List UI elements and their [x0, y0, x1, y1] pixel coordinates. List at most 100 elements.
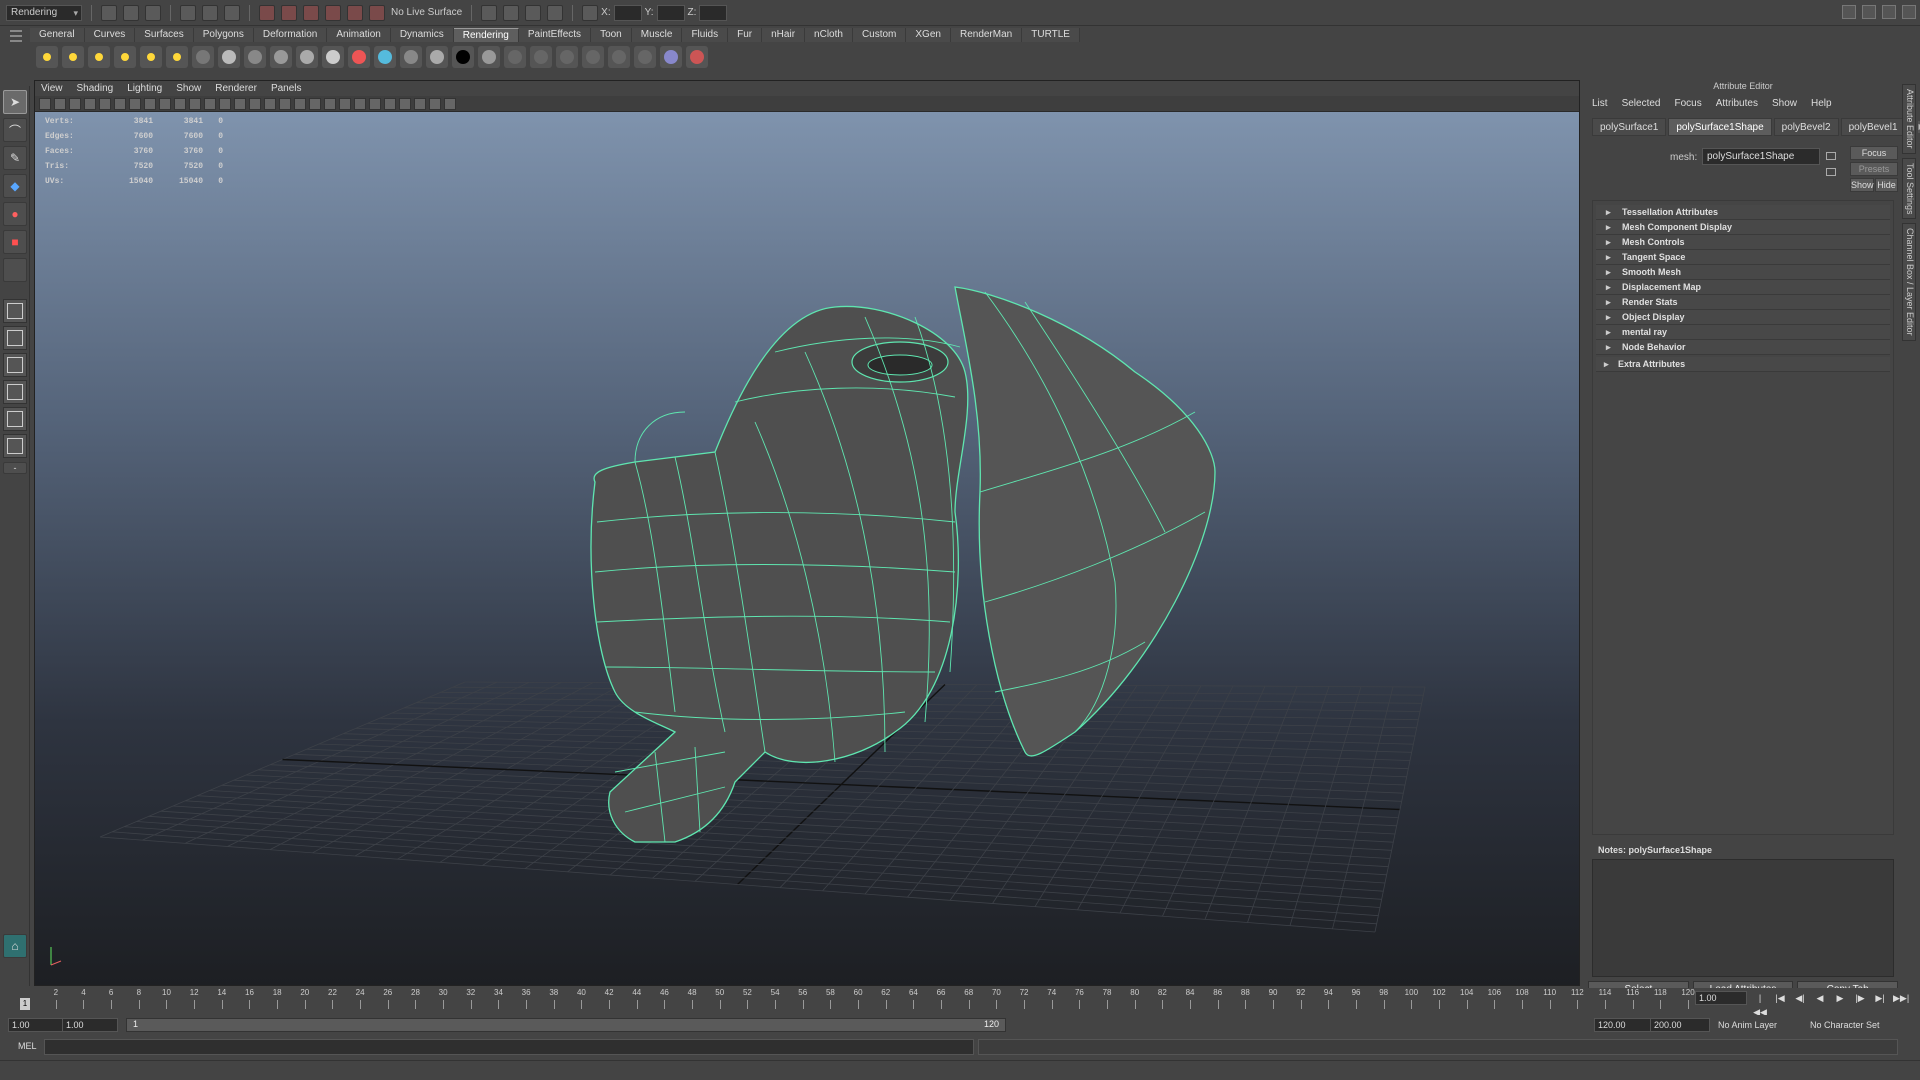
scale-tool-icon[interactable]: ■ [3, 230, 27, 254]
wireframe-on-shaded-icon[interactable] [264, 97, 276, 110]
xray-icon[interactable] [414, 97, 426, 110]
safe-action-icon[interactable] [204, 97, 216, 110]
directional-light-icon[interactable] [114, 46, 136, 68]
menu-set-dropdown[interactable]: Rendering [6, 4, 82, 21]
bookmarks-icon[interactable] [69, 97, 81, 110]
play-forwards-icon[interactable]: ▶ [1833, 991, 1847, 1005]
2d-pan-zoom-icon[interactable] [99, 97, 111, 110]
shelf-tab-xgen[interactable]: XGen [906, 28, 951, 42]
viewport-menu-panels[interactable]: Panels [271, 83, 302, 94]
xray-joints-icon[interactable] [429, 97, 441, 110]
presets-button[interactable]: Presets [1850, 162, 1898, 176]
perspective-viewport[interactable]: View Shading Lighting Show Renderer Panels [34, 80, 1580, 986]
xray-components-icon[interactable] [444, 97, 456, 110]
ambient-light-icon[interactable] [140, 46, 162, 68]
area-light-icon[interactable] [88, 46, 110, 68]
node-tab-polybevel1[interactable]: polyBevel1 [1840, 118, 1906, 136]
animation-end-field[interactable]: 200.00 [1650, 1018, 1710, 1032]
paint-icon[interactable] [686, 46, 708, 68]
field-chart-icon[interactable] [189, 97, 201, 110]
use-background-icon[interactable] [426, 46, 448, 68]
viewport-menu-shading[interactable]: Shading [77, 83, 114, 94]
textured-icon[interactable] [294, 97, 306, 110]
show-button[interactable]: Show [1850, 178, 1874, 192]
render-layer-icon[interactable] [634, 46, 656, 68]
isolate-select-icon[interactable] [399, 97, 411, 110]
snap-curve-icon[interactable] [281, 4, 297, 21]
z-field[interactable] [699, 4, 728, 21]
section-node-behavior[interactable]: Node Behavior [1596, 340, 1890, 355]
smooth-shade-icon[interactable] [249, 97, 261, 110]
grid-toggle-icon[interactable] [129, 97, 141, 110]
viewport-menu-renderer[interactable]: Renderer [215, 83, 257, 94]
section-mesh-controls[interactable]: Mesh Controls [1596, 235, 1890, 250]
ipr-icon[interactable] [582, 46, 604, 68]
select-tool-icon[interactable]: ➤ [3, 90, 27, 114]
y-field[interactable] [656, 4, 685, 21]
shader-ball-icon[interactable] [660, 46, 682, 68]
range-bar[interactable]: 1 120 [126, 1018, 1006, 1032]
shelf-tab-deformation[interactable]: Deformation [253, 28, 328, 42]
single-perspective-layout-icon[interactable] [3, 299, 27, 323]
safe-title-icon[interactable] [219, 97, 231, 110]
make-live-icon[interactable] [347, 4, 363, 21]
depth-of-field-icon[interactable] [384, 97, 396, 110]
camera-icon[interactable] [192, 46, 214, 68]
hypershade-quick-icon[interactable]: ⌂ [3, 934, 27, 958]
anim-layer-dropdown[interactable]: No Anim Layer [1718, 1018, 1777, 1032]
lambert-icon[interactable] [244, 46, 266, 68]
shelf-tab-nhair[interactable]: nHair [762, 28, 806, 42]
section-extra-attributes[interactable]: Extra Attributes [1596, 357, 1890, 372]
mesh-name-field[interactable]: polySurface1Shape [1702, 148, 1820, 165]
select-object-icon[interactable] [202, 4, 218, 21]
viewport-menu-show[interactable]: Show [176, 83, 201, 94]
new-scene-icon[interactable] [101, 4, 117, 21]
ae-menu-list[interactable]: List [1592, 98, 1608, 109]
shelf-tab-general[interactable]: General [30, 28, 85, 42]
go-to-end-icon[interactable]: ▶▶| [1893, 991, 1909, 1005]
shadows-icon[interactable] [324, 97, 336, 110]
step-back-key-icon[interactable]: |◀ [1773, 991, 1787, 1005]
multisample-aa-icon[interactable] [369, 97, 381, 110]
point-light-icon[interactable] [36, 46, 58, 68]
step-back-frame-icon[interactable]: ◀| [1793, 991, 1807, 1005]
section-smooth-mesh[interactable]: Smooth Mesh [1596, 265, 1890, 280]
ae-menu-show[interactable]: Show [1772, 98, 1797, 109]
motion-blur-icon[interactable] [354, 97, 366, 110]
four-view-layout-icon[interactable] [3, 326, 27, 350]
animation-start-field[interactable]: 1.00 [8, 1018, 64, 1032]
save-scene-icon[interactable] [145, 4, 161, 21]
section-mental-ray[interactable]: mental ray [1596, 325, 1890, 340]
anisotropic-icon[interactable] [322, 46, 344, 68]
hide-button[interactable]: Hide [1875, 178, 1898, 192]
shelf-tab-custom[interactable]: Custom [852, 28, 907, 42]
grey-sphere-icon[interactable] [478, 46, 500, 68]
snap-view-plane-icon[interactable] [325, 4, 341, 21]
section-displacement-map[interactable]: Displacement Map [1596, 280, 1890, 295]
snap-point-icon[interactable] [303, 4, 319, 21]
section-tangent-space[interactable]: Tangent Space [1596, 250, 1890, 265]
viewport-menu-lighting[interactable]: Lighting [127, 83, 162, 94]
section-render-stats[interactable]: Render Stats [1596, 295, 1890, 310]
focus-button[interactable]: Focus [1850, 146, 1898, 160]
mel-input[interactable] [44, 1039, 974, 1055]
shelf-tab-rendering[interactable]: Rendering [453, 28, 519, 42]
shelf-tab-toon[interactable]: Toon [591, 28, 632, 42]
black-sphere-icon[interactable] [452, 46, 474, 68]
shelf-menu-handle[interactable] [10, 30, 22, 66]
ipr-render-icon[interactable] [525, 4, 542, 21]
gate-mask-icon[interactable] [174, 97, 186, 110]
surface-shader-icon[interactable] [400, 46, 422, 68]
volume-light-icon[interactable] [166, 46, 188, 68]
render-settings-icon[interactable] [547, 4, 564, 21]
go-to-start-icon[interactable]: |◀◀ [1753, 991, 1767, 1017]
shelf-tab-animation[interactable]: Animation [327, 28, 391, 42]
tool-settings-toggle-icon[interactable] [1882, 5, 1896, 19]
shelf-tab-curves[interactable]: Curves [84, 28, 136, 42]
outliner-layout-icon[interactable] [3, 434, 27, 458]
attribute-editor-toggle-icon[interactable] [1862, 5, 1876, 19]
phong-icon[interactable] [270, 46, 292, 68]
shelf-tab-fluids[interactable]: Fluids [682, 28, 729, 42]
film-gate-icon[interactable] [144, 97, 156, 110]
persp-outliner-layout-icon[interactable] [3, 353, 27, 377]
